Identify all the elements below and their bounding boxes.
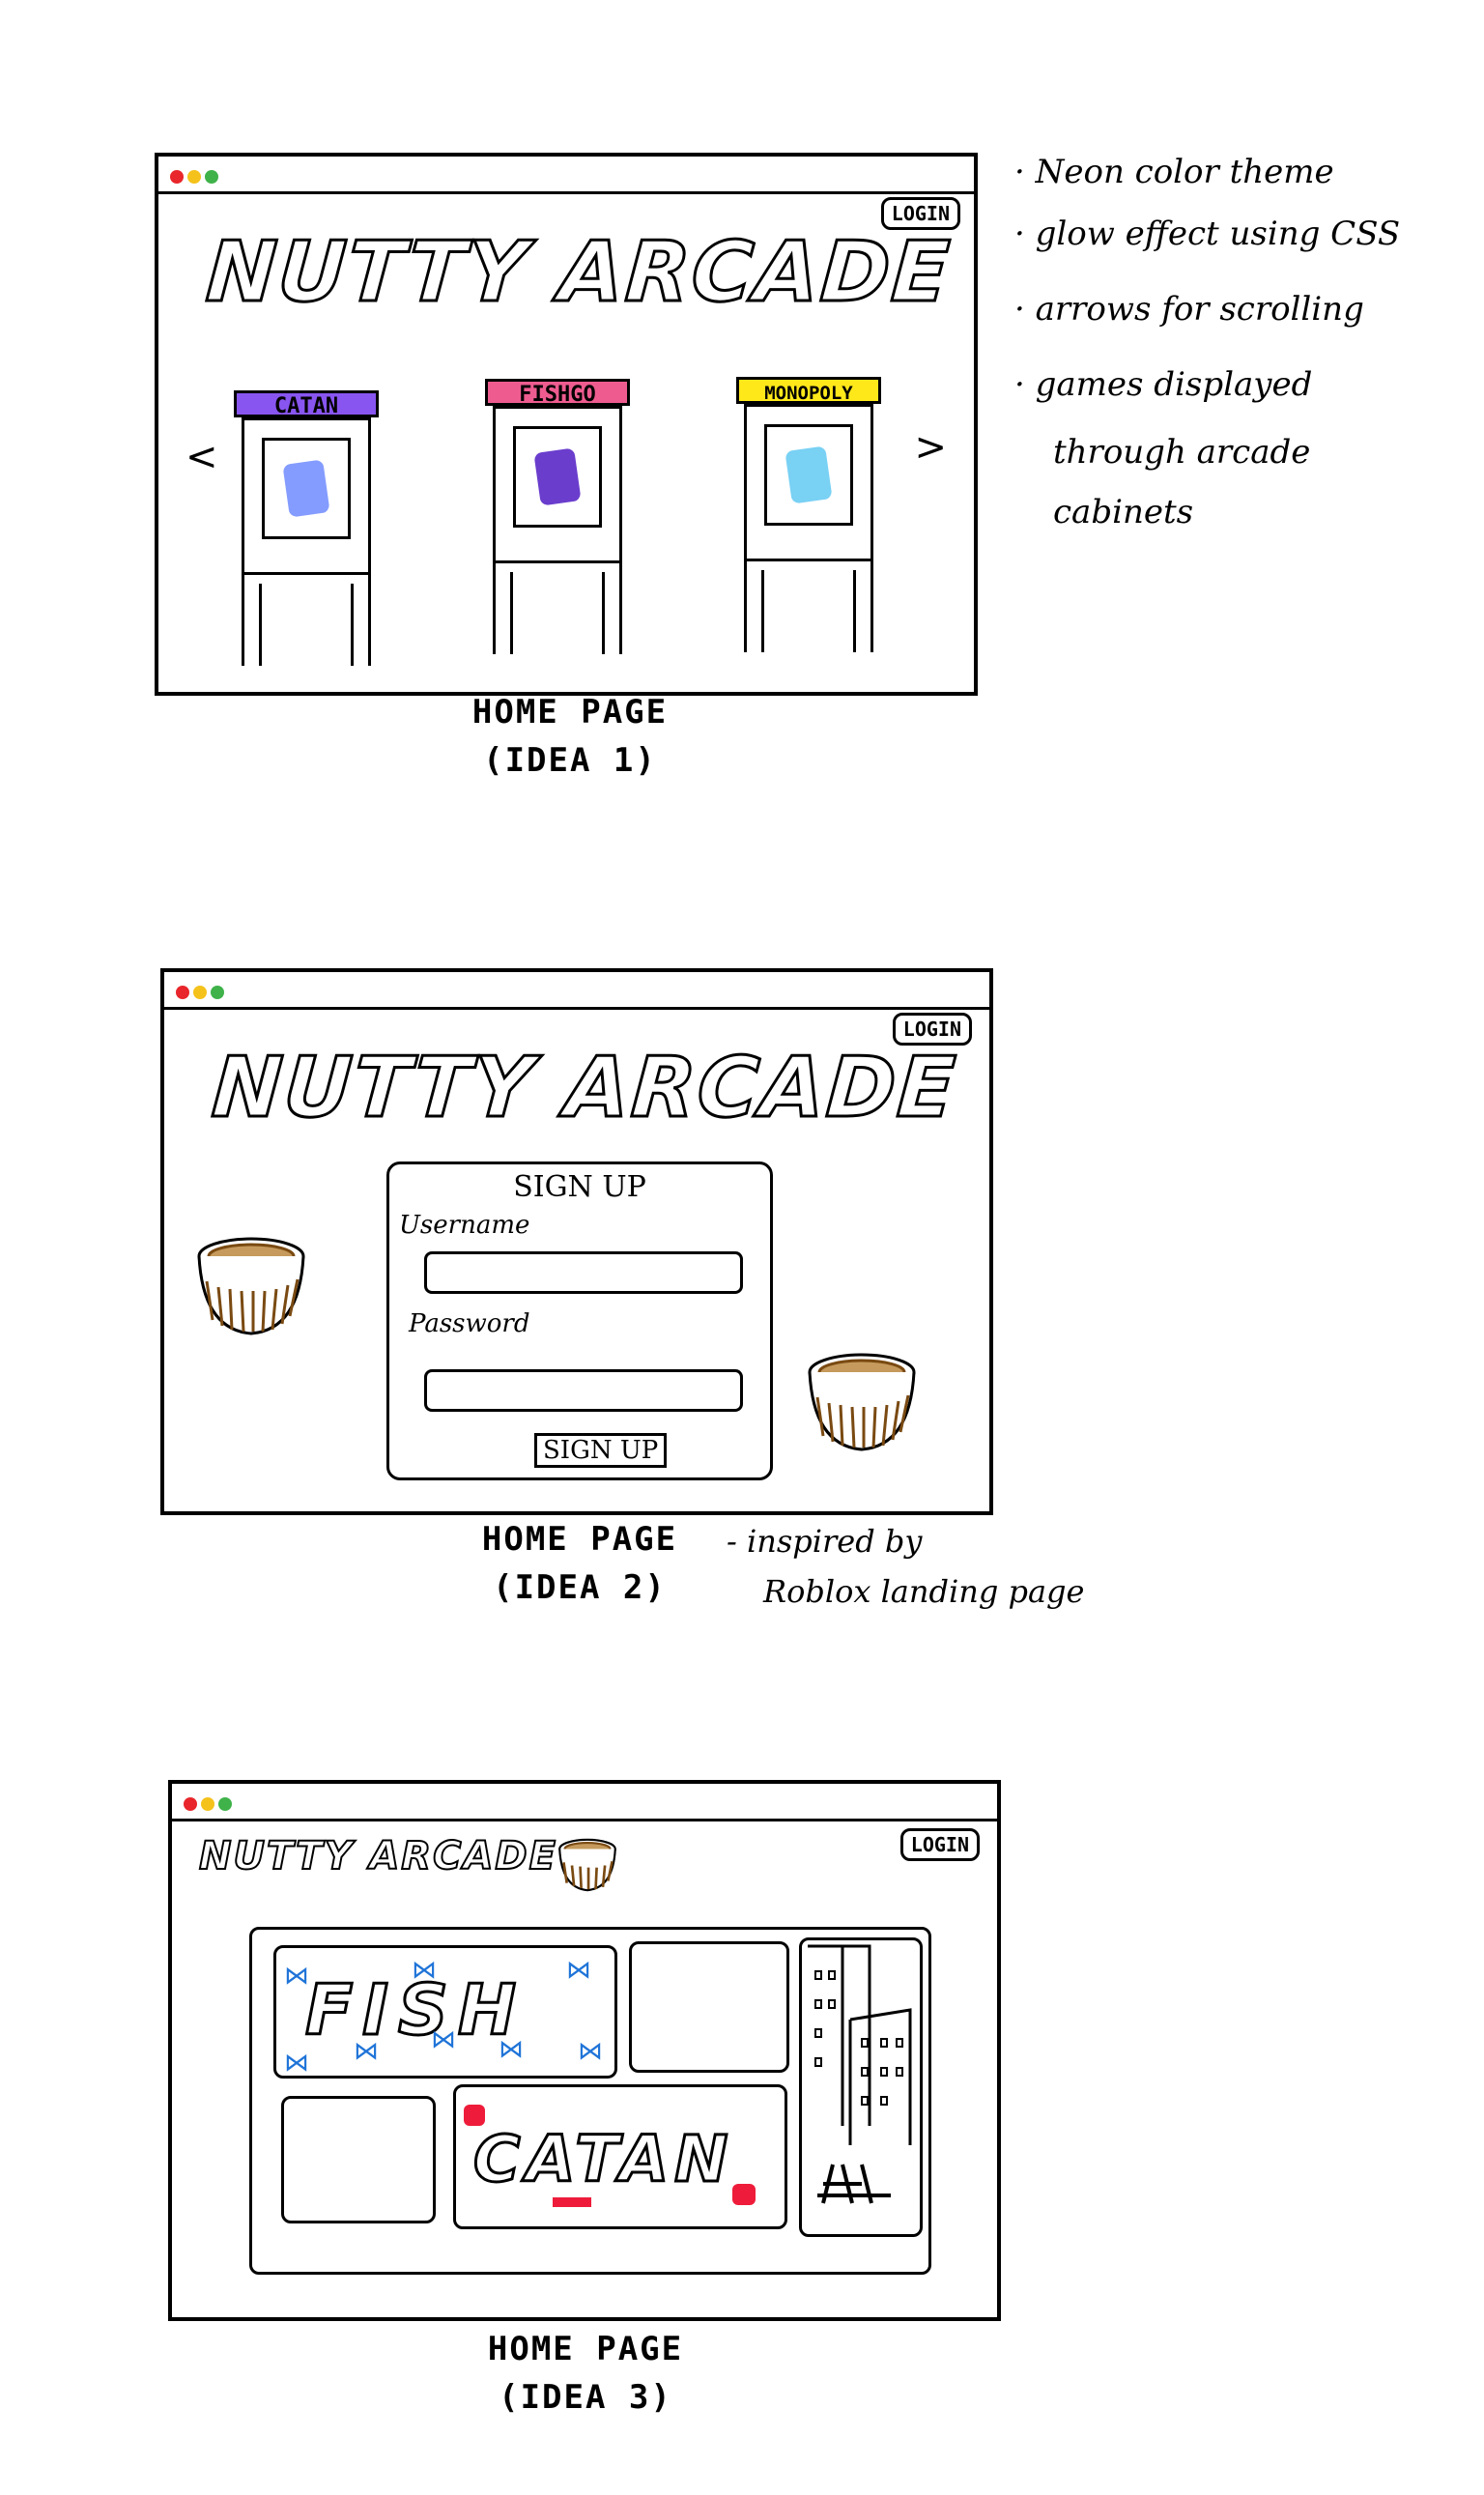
cabinet-body: [744, 404, 873, 559]
catan-piece-icon: [464, 2105, 485, 2126]
username-input[interactable]: [424, 1251, 743, 1294]
fish-icon: ⋈: [566, 1956, 591, 1985]
arcade-cabinet-fishgo[interactable]: FISHGO: [485, 379, 630, 654]
empty-game-tile[interactable]: [281, 2096, 436, 2223]
screen-swatch: [282, 459, 330, 518]
note-text: Neon color theme: [1035, 153, 1334, 191]
cabinet-label: CATAN: [234, 390, 379, 418]
caption-subtitle: (IDEA 1): [483, 741, 657, 780]
fish-icon: ⋈: [578, 2037, 603, 2066]
fish-icon: ⋈: [431, 2025, 456, 2054]
fish-icon: ⋈: [284, 2049, 309, 2078]
coconut-icon: [558, 1838, 616, 1892]
cabinet-leg: [510, 572, 513, 654]
username-label: Username: [399, 1211, 530, 1240]
logo: NUTTY ARCADE: [208, 1039, 961, 1138]
maximize-dot-icon[interactable]: [205, 170, 218, 184]
cabinet-body: [242, 417, 371, 572]
empty-game-tile[interactable]: [629, 1941, 789, 2073]
cabinet-screen: [513, 426, 602, 528]
fish-icon: ⋈: [499, 2035, 524, 2064]
signup-button[interactable]: SIGN UP: [534, 1433, 668, 1468]
logo: NUTTY ARCADE: [198, 1833, 557, 1879]
arcade-cabinet-catan[interactable]: CATAN: [234, 390, 379, 666]
idea2-caption: HOME PAGE (IDEA 2): [415, 1515, 744, 1612]
catan-piece-icon: [732, 2184, 756, 2205]
password-input[interactable]: [424, 1369, 743, 1412]
minimize-dot-icon[interactable]: [187, 170, 201, 184]
idea2-browser-window: LOGIN NUTTY ARCADE SIGN UP Username Pass…: [160, 968, 993, 1515]
coconut-icon: [197, 1237, 305, 1335]
note-text: games displayed: [1035, 365, 1313, 404]
caption-title: HOME PAGE: [487, 2330, 684, 2368]
cabinet-body: [493, 406, 622, 560]
note-bullet: · glow effect using CSS: [1014, 215, 1401, 253]
cabinet-leg: [853, 570, 856, 652]
maximize-dot-icon[interactable]: [218, 1797, 232, 1811]
cabinet-leg: [351, 584, 354, 666]
logo: NUTTY ARCADE: [202, 223, 956, 323]
caption-title: HOME PAGE: [481, 1520, 678, 1559]
scroll-left-arrow-icon[interactable]: <: [186, 435, 218, 479]
idea1-browser-window: LOGIN NUTTY ARCADE < > CATAN FISHGO MONO…: [155, 153, 978, 696]
cabinet-leg: [259, 584, 262, 666]
login-button[interactable]: LOGIN: [899, 1828, 980, 1861]
cabinet-label: FISHGO: [485, 379, 630, 407]
note-bullet: · Neon color theme: [1014, 153, 1334, 191]
title-bar: [172, 1784, 997, 1821]
idea1-caption: HOME PAGE (IDEA 1): [406, 688, 734, 785]
caption-subtitle: (IDEA 2): [493, 1568, 667, 1607]
screen-swatch: [533, 447, 582, 506]
fish-icon: ⋈: [284, 1962, 309, 1991]
password-label: Password: [409, 1309, 530, 1338]
signup-form: SIGN UP Username Password SIGN UP: [386, 1161, 773, 1480]
caption-title: HOME PAGE: [471, 693, 669, 731]
idea2-side-note: Roblox landing page: [763, 1573, 1085, 1610]
fish-icon: ⋈: [412, 1956, 437, 1985]
close-dot-icon[interactable]: [170, 170, 184, 184]
cabinet-screen: [764, 424, 853, 526]
catan-piece-icon: [553, 2197, 591, 2207]
idea2-side-note: - inspired by: [727, 1523, 923, 1560]
cabinet-leg: [602, 572, 605, 654]
note-text: cabinets: [1053, 493, 1194, 531]
arcade-cabinet-monopoly[interactable]: MONOPOLY: [736, 377, 881, 652]
close-dot-icon[interactable]: [184, 1797, 197, 1811]
game-grid: FISH ⋈ ⋈ ⋈ ⋈ ⋈ ⋈ ⋈ ⋈ CATAN: [249, 1927, 931, 2275]
maximize-dot-icon[interactable]: [211, 986, 224, 999]
fish-game-tile[interactable]: FISH ⋈ ⋈ ⋈ ⋈ ⋈ ⋈ ⋈ ⋈: [273, 1945, 617, 2079]
coconut-icon: [808, 1353, 916, 1451]
scroll-right-arrow-icon[interactable]: >: [914, 425, 947, 470]
idea3-caption: HOME PAGE (IDEA 3): [421, 2325, 750, 2422]
minimize-dot-icon[interactable]: [193, 986, 207, 999]
catan-game-tile[interactable]: CATAN: [453, 2084, 787, 2229]
note-bullet: · arrows for scrolling: [1014, 290, 1364, 329]
cabinet-leg: [761, 570, 764, 652]
fish-icon: ⋈: [354, 2037, 379, 2066]
note-bullet: · games displayed: [1014, 365, 1313, 404]
close-dot-icon[interactable]: [176, 986, 189, 999]
caption-subtitle: (IDEA 3): [499, 2378, 672, 2417]
idea3-browser-window: NUTTY ARCADE LOGIN FISH ⋈ ⋈ ⋈ ⋈ ⋈ ⋈ ⋈ ⋈: [168, 1780, 1001, 2321]
minimize-dot-icon[interactable]: [201, 1797, 214, 1811]
cabinet-screen: [262, 438, 351, 539]
note-text: arrows for scrolling: [1035, 290, 1364, 329]
note-text: glow effect using CSS: [1035, 215, 1401, 253]
city-buildings-icon: [808, 1944, 912, 2204]
note-text: through arcade: [1053, 433, 1311, 472]
form-title: SIGN UP: [513, 1170, 646, 1204]
screen-swatch: [785, 445, 833, 504]
cabinet-label: MONOPOLY: [736, 377, 881, 404]
title-bar: [158, 157, 974, 194]
city-game-tile[interactable]: [799, 1937, 923, 2237]
catan-tile-title: CATAN: [471, 2121, 734, 2198]
title-bar: [164, 972, 989, 1010]
